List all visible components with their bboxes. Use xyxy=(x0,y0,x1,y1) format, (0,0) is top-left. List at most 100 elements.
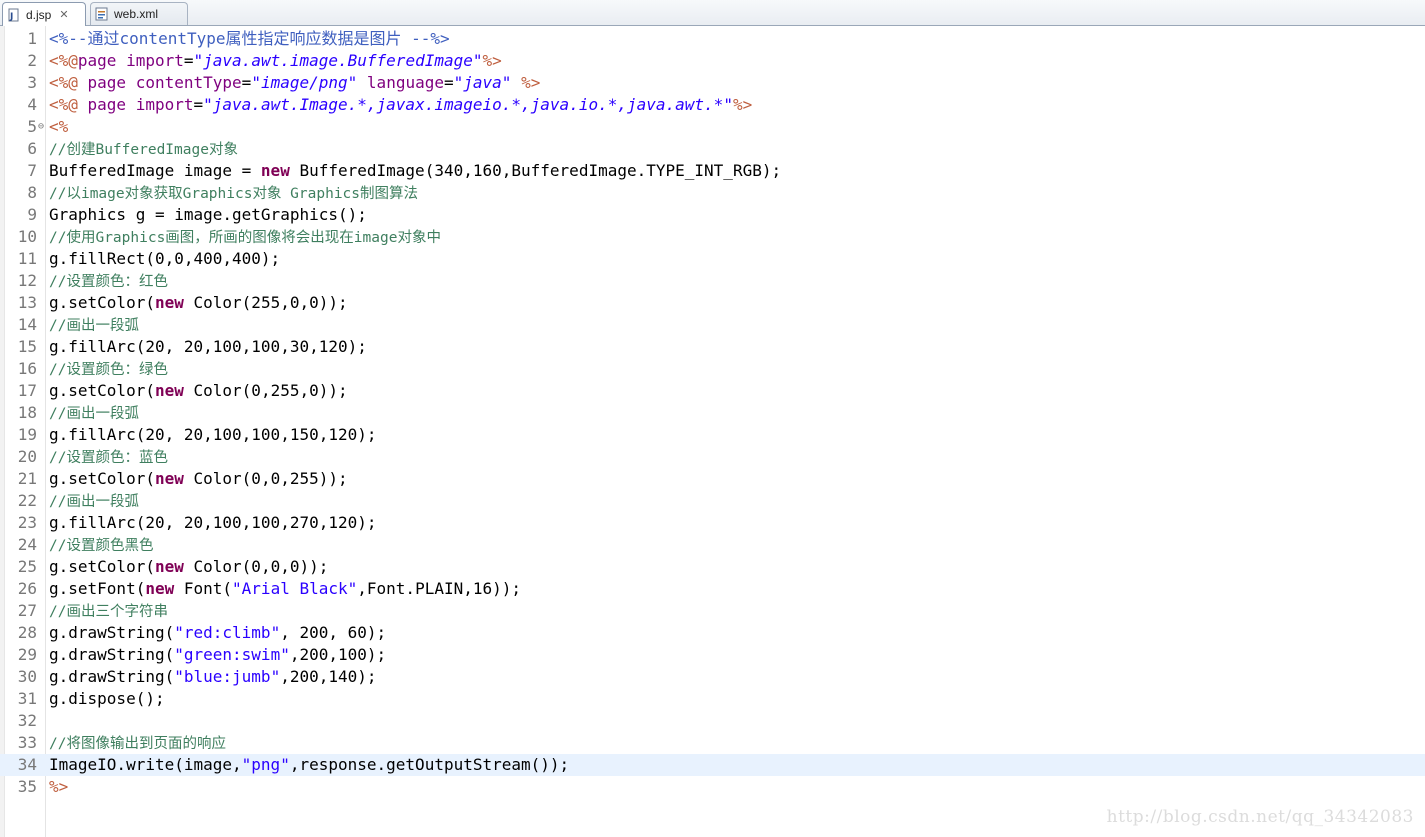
code-token: g.setColor( xyxy=(49,293,155,312)
code-token: //将图像输出到页面的响应 xyxy=(49,736,226,752)
line-number: 34 xyxy=(17,755,37,774)
code-line[interactable]: 19 g.fillArc(20, 20,100,100,150,120); xyxy=(0,424,1425,446)
tab-d-jsp[interactable]: J d.jsp ✕ xyxy=(2,2,86,26)
line-number: 7 xyxy=(27,161,37,180)
line-number: 1 xyxy=(27,29,37,48)
code-token: %> xyxy=(521,73,541,92)
tab-label: web.xml xyxy=(114,7,159,21)
line-number: 4 xyxy=(27,95,37,114)
code-text: //设置颜色：红色 xyxy=(49,270,168,293)
tab-web-xml[interactable]: web.xml xyxy=(90,2,188,25)
code-token: g.setColor( xyxy=(49,557,155,576)
code-token: g.setColor( xyxy=(49,381,155,400)
code-line[interactable]: 26 g.setFont(new Font("Arial Black",Font.… xyxy=(0,578,1425,600)
line-number: 12 xyxy=(17,271,37,290)
code-editor[interactable]: 1 <%--通过contentType属性指定响应数据是图片 --%> 2 <%@pa… xyxy=(0,26,1425,837)
code-line[interactable]: 5 ⊖ <% xyxy=(0,116,1425,138)
code-line[interactable]: 34 ImageIO.write(image,"png",response.get… xyxy=(0,754,1425,776)
code-line[interactable]: 6 //创建BufferedImage对象 xyxy=(0,138,1425,160)
code-text: g.fillArc(20, 20,100,100,150,120); xyxy=(49,424,377,446)
line-number: 15 xyxy=(17,337,37,356)
code-line[interactable]: 25 g.setColor(new Color(0,0,0)); xyxy=(0,556,1425,578)
line-number: 11 xyxy=(17,249,37,268)
code-text: //画出一段弧 xyxy=(49,402,139,425)
line-number: 27 xyxy=(17,601,37,620)
code-line[interactable]: 2 <%@page import="java.awt.image.Buffered… xyxy=(0,50,1425,72)
code-line[interactable]: 13 g.setColor(new Color(255,0,0)); xyxy=(0,292,1425,314)
code-token: = xyxy=(241,73,252,92)
line-number: 6 xyxy=(27,139,37,158)
code-line[interactable]: 27 //画出三个字符串 xyxy=(0,600,1425,622)
code-line[interactable]: 28 g.drawString("red:climb", 200, 60); xyxy=(0,622,1425,644)
code-line[interactable]: 1 <%--通过contentType属性指定响应数据是图片 --%> xyxy=(0,28,1425,50)
line-number: 20 xyxy=(17,447,37,466)
code-line[interactable]: 24 //设置颜色黑色 xyxy=(0,534,1425,556)
code-token: //设置颜色：红色 xyxy=(49,274,168,290)
code-line[interactable]: 31 g.dispose(); xyxy=(0,688,1425,710)
code-text: g.setColor(new Color(0,255,0)); xyxy=(49,380,348,402)
code-token: Color(0,255,0)); xyxy=(183,381,348,400)
line-number: 10 xyxy=(17,227,37,246)
code-text: g.drawString("red:climb", 200, 60); xyxy=(49,622,386,644)
code-line[interactable]: 32 xyxy=(0,710,1425,732)
code-line[interactable]: 20 //设置颜色：蓝色 xyxy=(0,446,1425,468)
line-number: 25 xyxy=(17,557,37,576)
code-line[interactable]: 16 //设置颜色：绿色 xyxy=(0,358,1425,380)
line-number: 33 xyxy=(17,733,37,752)
line-number: 17 xyxy=(17,381,37,400)
code-token: "red:climb" xyxy=(174,623,281,642)
code-line[interactable]: 9 Graphics g = image.getGraphics(); xyxy=(0,204,1425,226)
code-line[interactable]: 35 %> xyxy=(0,776,1425,798)
code-token: ,200,140); xyxy=(280,667,377,686)
code-token: //画出三个字符串 xyxy=(49,604,168,620)
code-line[interactable]: 10 //使用Graphics画图，所画的图像将会出现在image对象中 xyxy=(0,226,1425,248)
code-line[interactable]: 33 //将图像输出到页面的响应 xyxy=(0,732,1425,754)
line-number: 5 xyxy=(27,117,37,136)
code-token: import xyxy=(126,51,184,70)
code-line[interactable]: 22 //画出一段弧 xyxy=(0,490,1425,512)
code-text: g.drawString("blue:jumb",200,140); xyxy=(49,666,377,688)
code-token: Color(0,0,255)); xyxy=(183,469,348,488)
code-line[interactable]: 21 g.setColor(new Color(0,0,255)); xyxy=(0,468,1425,490)
code-text: g.dispose(); xyxy=(49,688,165,710)
close-icon[interactable]: ✕ xyxy=(59,8,68,21)
code-token: //画出一段弧 xyxy=(49,318,139,334)
code-token: g.drawString( xyxy=(49,623,175,642)
code-token: page xyxy=(87,95,136,114)
code-line[interactable]: 8 //以image对象获取Graphics对象 Graphics制图算法 xyxy=(0,182,1425,204)
code-token: language xyxy=(366,73,444,92)
code-line[interactable]: 7 BufferedImage image = new BufferedImage… xyxy=(0,160,1425,182)
code-token: <%@ xyxy=(49,73,88,92)
code-line[interactable]: 14 //画出一段弧 xyxy=(0,314,1425,336)
code-line[interactable]: 3 <%@ page contentType="image/png" langua… xyxy=(0,72,1425,94)
line-number: 29 xyxy=(17,645,37,664)
code-token: page xyxy=(77,51,127,70)
code-line[interactable]: 23 g.fillArc(20, 20,100,100,270,120); xyxy=(0,512,1425,534)
code-line[interactable]: 17 g.setColor(new Color(0,255,0)); xyxy=(0,380,1425,402)
code-text: <%@ page import="java.awt.Image.*,javax.… xyxy=(49,94,752,116)
fold-collapse-icon[interactable]: ⊖ xyxy=(38,116,44,138)
code-token: page xyxy=(87,73,136,92)
code-line[interactable]: 12 //设置颜色：红色 xyxy=(0,270,1425,292)
code-line[interactable]: 29 g.drawString("green:swim",200,100); xyxy=(0,644,1425,666)
code-token: //画出一段弧 xyxy=(49,494,139,510)
code-line[interactable]: 15 g.fillArc(20, 20,100,100,30,120); xyxy=(0,336,1425,358)
code-line[interactable]: 4 <%@ page import="java.awt.Image.*,javax… xyxy=(0,94,1425,116)
line-number: 26 xyxy=(17,579,37,598)
code-line[interactable]: 11 g.fillRect(0,0,400,400); xyxy=(0,248,1425,270)
code-line[interactable]: 30 g.drawString("blue:jumb",200,140); xyxy=(0,666,1425,688)
line-number: 14 xyxy=(17,315,37,334)
code-token: new xyxy=(154,293,184,312)
code-token: //设置颜色：绿色 xyxy=(49,362,168,378)
code-token: = xyxy=(183,51,194,70)
code-token: import xyxy=(135,95,194,114)
code-token: new xyxy=(260,161,290,180)
code-text: //使用Graphics画图，所画的图像将会出现在image对象中 xyxy=(49,226,441,249)
code-line[interactable]: 18 //画出一段弧 xyxy=(0,402,1425,424)
code-token: g.fillArc(20, 20,100,100,150,120); xyxy=(49,425,377,444)
code-text: //以image对象获取Graphics对象 Graphics制图算法 xyxy=(49,182,418,205)
code-text: Graphics g = image.getGraphics(); xyxy=(49,204,367,226)
code-token: "green:swim" xyxy=(174,645,290,664)
code-text: //创建BufferedImage对象 xyxy=(49,138,238,161)
